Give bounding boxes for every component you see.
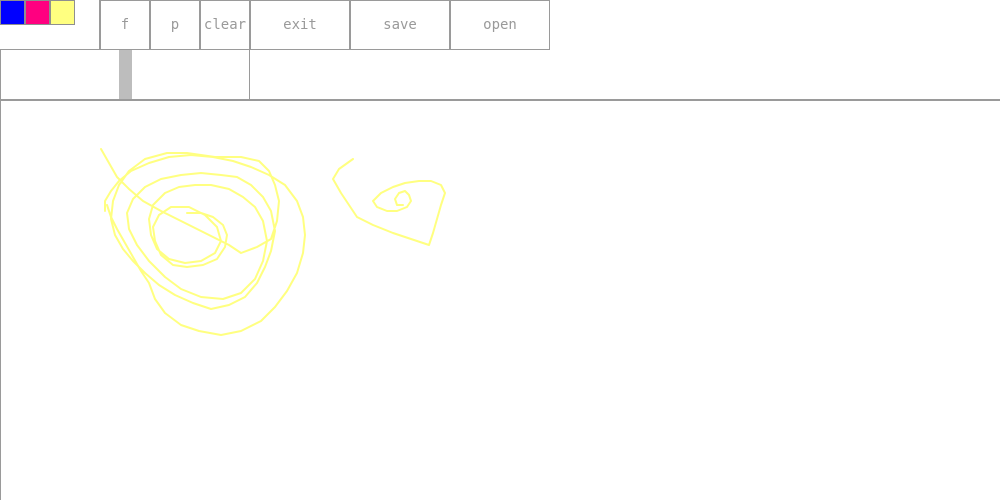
clear-button[interactable]: clear bbox=[200, 0, 250, 50]
brush-size-slider[interactable] bbox=[1, 50, 249, 99]
exit-button[interactable]: exit bbox=[250, 0, 350, 50]
swatch-yellow[interactable] bbox=[50, 0, 75, 25]
canvas-drawing bbox=[100, 148, 446, 336]
slider-handle[interactable] bbox=[119, 50, 132, 99]
swatch-pink[interactable] bbox=[25, 0, 50, 25]
color-palette bbox=[0, 0, 100, 50]
yellow-scribbles bbox=[100, 148, 446, 336]
brush-size-panel bbox=[0, 50, 250, 100]
open-button[interactable]: open bbox=[450, 0, 550, 50]
save-button[interactable]: save bbox=[350, 0, 450, 50]
drawing-canvas[interactable] bbox=[0, 99, 1000, 500]
scribble-small-loop bbox=[332, 158, 446, 246]
f-button[interactable]: f bbox=[100, 0, 150, 50]
swatch-blue[interactable] bbox=[0, 0, 25, 25]
paint-app: f p clear exit save open bbox=[0, 0, 1000, 500]
p-button[interactable]: p bbox=[150, 0, 200, 50]
